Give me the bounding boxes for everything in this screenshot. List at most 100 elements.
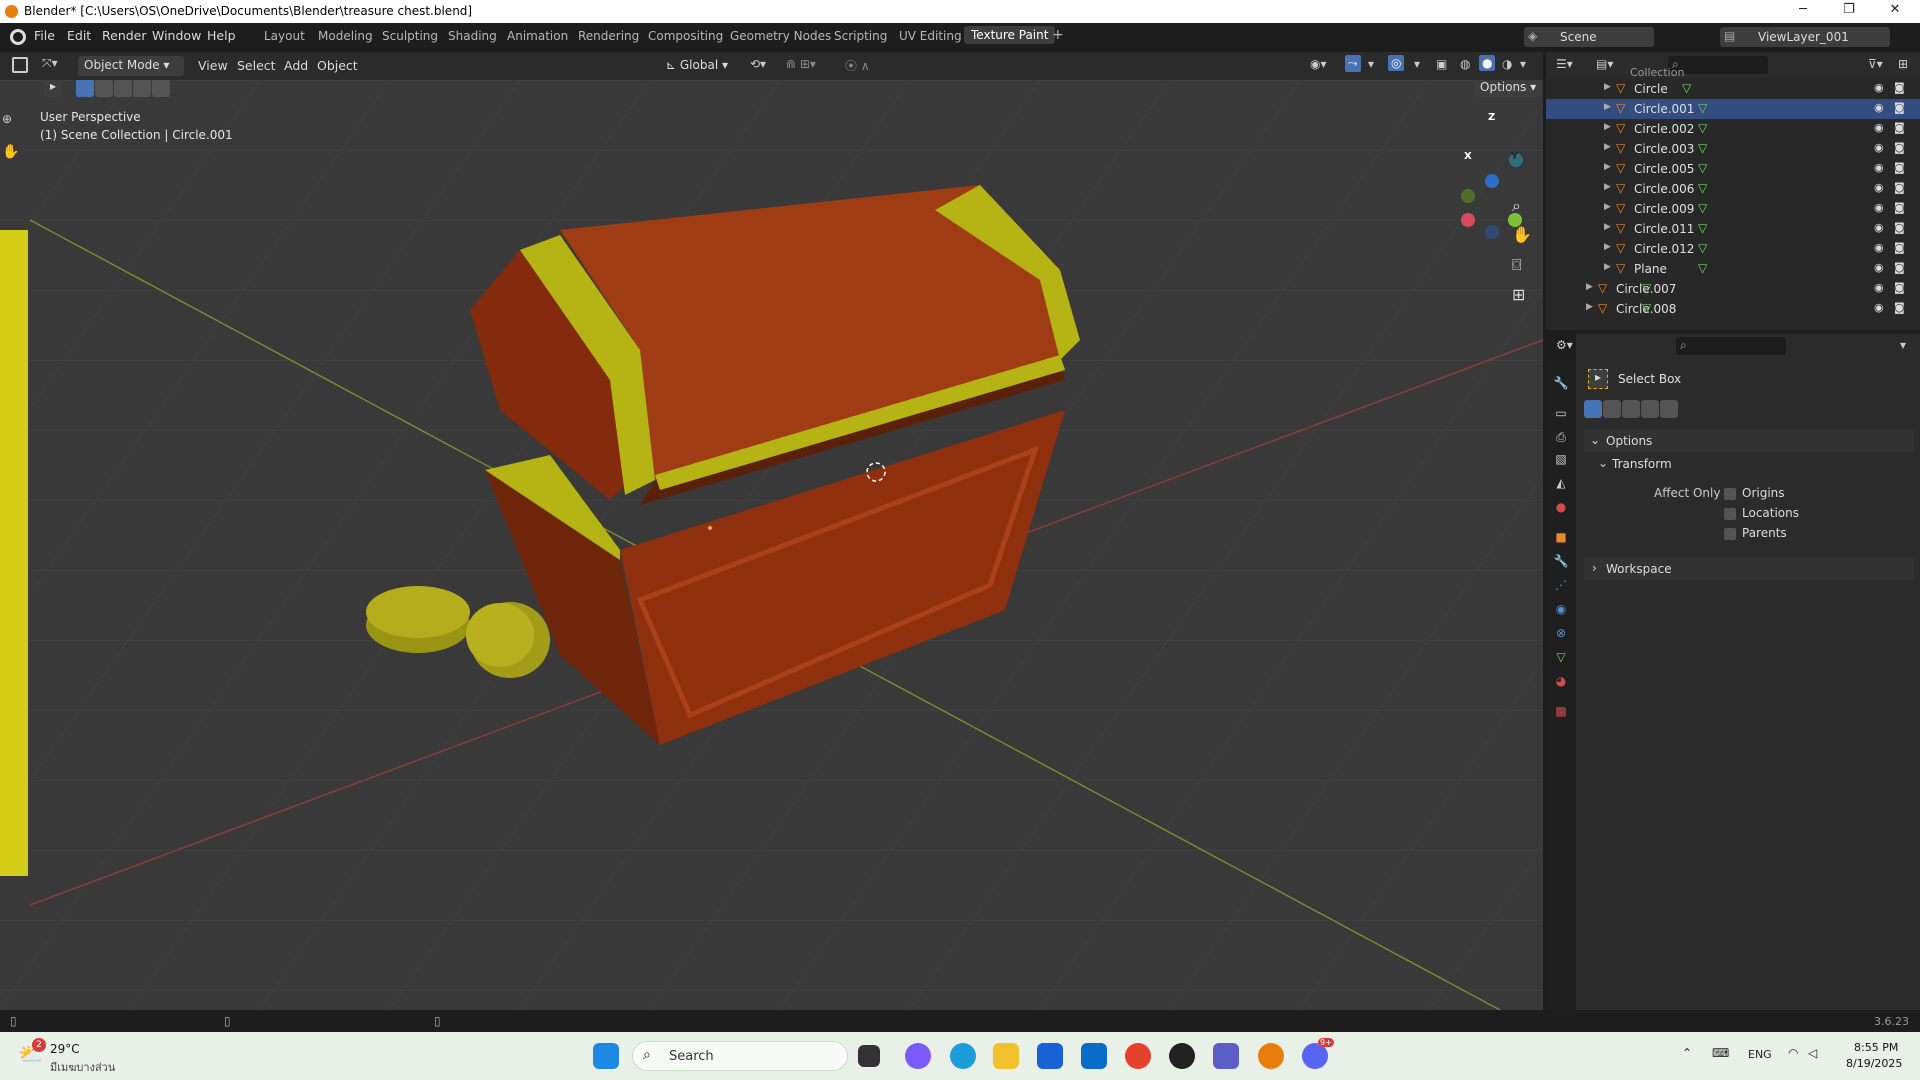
tab-shading[interactable]: Shading [448, 29, 497, 43]
wireframe-shading-icon[interactable]: ◍ [1460, 57, 1470, 71]
mesh-data-icon[interactable]: ▽ [1642, 301, 1651, 315]
mesh-data-icon[interactable]: ▽ [1698, 101, 1707, 115]
eye-icon[interactable]: ◉ [1874, 181, 1884, 194]
clock-date[interactable]: 8/19/2025 [1846, 1057, 1902, 1070]
tab-modeling[interactable]: Modeling [318, 29, 373, 43]
menu-select[interactable]: Select [237, 58, 276, 73]
outlook-icon[interactable] [1081, 1043, 1107, 1069]
start-button-icon[interactable] [593, 1043, 619, 1069]
transform-pivot-icon[interactable]: ⤧▾ [42, 56, 58, 71]
menu-object[interactable]: Object [317, 58, 358, 73]
tab-layout[interactable]: Layout [264, 29, 305, 43]
camera-render-icon[interactable]: ◙ [1894, 301, 1905, 314]
eye-icon[interactable]: ◉ [1874, 201, 1884, 214]
mesh-data-icon[interactable]: ▽ [1698, 161, 1707, 175]
mode-dropdown[interactable]: Object Mode ▾ [78, 56, 184, 76]
tab-compositing[interactable]: Compositing [648, 29, 723, 43]
filter-icon[interactable]: ⊽▾ [1868, 57, 1883, 71]
expand-arrow-icon[interactable]: ▶ [1604, 102, 1611, 112]
mesh-data-icon[interactable]: ▽ [1642, 281, 1651, 295]
tray-chevron-icon[interactable]: ⌃ [1682, 1046, 1692, 1060]
camera-render-icon[interactable]: ◙ [1894, 141, 1905, 154]
display-mode-icon[interactable]: ▤▾ [1596, 57, 1613, 71]
expand-arrow-icon[interactable]: ▶ [1604, 142, 1611, 152]
outliner-item[interactable]: ▶ ▽ Circle.007 ▽ ◉ ◙ [1546, 279, 1920, 299]
select-invert-icon[interactable] [133, 80, 151, 97]
outliner-editor-icon[interactable]: ☰▾ [1556, 57, 1573, 71]
tab-texture-paint[interactable]: Texture Paint [964, 26, 1056, 44]
origins-checkbox[interactable] [1724, 488, 1736, 500]
new-collection-icon[interactable]: ⊞ [1898, 57, 1908, 71]
minimize-button[interactable]: ─ [1788, 2, 1818, 20]
eye-icon[interactable]: ◉ [1874, 121, 1884, 134]
properties-search-input[interactable]: ⌕ [1676, 337, 1786, 355]
modifier-tab-icon[interactable]: 🔧 [1552, 554, 1570, 572]
select-subtract-icon[interactable] [114, 80, 132, 97]
scene-selector[interactable]: ◈ Scene [1524, 27, 1654, 47]
camera-render-icon[interactable]: ◙ [1894, 281, 1905, 294]
hand-tool-icon[interactable]: ✋ [2, 144, 19, 160]
tab-sculpting[interactable]: Sculpting [382, 29, 438, 43]
expand-arrow-icon[interactable]: ▶ [1604, 122, 1611, 132]
physics-tab-icon[interactable]: ◉ [1552, 602, 1570, 620]
eye-icon[interactable]: ◉ [1874, 301, 1884, 314]
shading-dropdown-icon[interactable]: ▾ [1520, 57, 1526, 71]
mesh-data-icon[interactable]: ▽ [1698, 121, 1707, 135]
menu-help[interactable]: Help [207, 28, 236, 43]
eye-icon[interactable]: ◉ [1874, 141, 1884, 154]
select-extend-icon[interactable] [95, 80, 113, 97]
camera-render-icon[interactable]: ◙ [1894, 221, 1905, 234]
selection-mode-buttons[interactable] [76, 80, 172, 97]
expand-arrow-icon[interactable]: ▶ [1604, 242, 1611, 252]
overlay-toggle-icon[interactable]: ◎ [1388, 55, 1405, 71]
eye-icon[interactable]: ◉ [1874, 241, 1884, 254]
mesh-data-icon[interactable]: ▽ [1698, 141, 1707, 155]
eye-icon[interactable]: ◉ [1874, 261, 1884, 274]
collection-label[interactable]: Collection [1630, 66, 1684, 79]
mesh-data-icon[interactable]: ▽ [1698, 221, 1707, 235]
expand-arrow-icon[interactable]: ▶ [1586, 302, 1593, 312]
outliner-item[interactable]: ▶ ▽ Circle.011 ▽ ◉ ◙ [1546, 219, 1920, 239]
mesh-data-icon[interactable]: ▽ [1698, 181, 1707, 195]
outliner-item[interactable]: ▶ ▽ Circle.001 ▽ ◉ ◙ [1546, 99, 1920, 119]
output-tab-icon[interactable]: ⎙ [1552, 430, 1570, 448]
menu-add[interactable]: Add [284, 58, 308, 73]
tab-scripting[interactable]: Scripting [834, 29, 887, 43]
taskbar-search[interactable]: ⌕ Search [632, 1041, 848, 1071]
tab-animation[interactable]: Animation [507, 29, 568, 43]
keyboard-icon[interactable]: ⌨ [1712, 1046, 1729, 1060]
restore-button[interactable]: ❐ [1834, 2, 1864, 20]
camera-render-icon[interactable]: ◙ [1894, 261, 1905, 274]
properties-menu-icon[interactable]: ▾ [1900, 338, 1906, 352]
view-layer-tab-icon[interactable]: ▧ [1552, 452, 1570, 470]
select-new-icon[interactable] [76, 80, 94, 97]
tab-geometry-nodes[interactable]: Geometry Nodes [730, 29, 831, 43]
viewlayer-selector[interactable]: ▤ ViewLayer_001 [1720, 27, 1890, 47]
tab-rendering[interactable]: Rendering [578, 29, 639, 43]
menu-render[interactable]: Render [102, 28, 147, 43]
gizmo-dropdown-icon[interactable]: ▾ [1368, 57, 1374, 71]
outliner-item[interactable]: ▶ ▽ Circle.009 ▽ ◉ ◙ [1546, 199, 1920, 219]
clock-time[interactable]: 8:55 PM [1854, 1041, 1898, 1054]
orientation-dropdown[interactable]: ⊾ Global ▾ [660, 56, 740, 76]
material-shading-icon[interactable]: ◑ [1502, 57, 1512, 71]
mode-invert-icon[interactable] [1641, 400, 1659, 418]
blender-menu-icon[interactable] [10, 29, 26, 45]
outliner-item[interactable]: ▶ ▽ Circle.012 ▽ ◉ ◙ [1546, 239, 1920, 259]
teams-icon[interactable] [1213, 1043, 1239, 1069]
menu-file[interactable]: File [34, 28, 55, 43]
options-dropdown[interactable]: Options ▾ [1474, 80, 1543, 97]
github-icon[interactable] [1169, 1043, 1195, 1069]
language-indicator[interactable]: ENG [1748, 1048, 1772, 1061]
outliner-item[interactable]: ▶ ▽ Circle.008 ▽ ◉ ◙ [1546, 299, 1920, 319]
close-button[interactable]: ✕ [1880, 2, 1910, 20]
mesh-data-icon[interactable]: ▽ [1698, 241, 1707, 255]
outliner-item[interactable]: ▶ ▽ Circle.003 ▽ ◉ ◙ [1546, 139, 1920, 159]
gizmo-neg-z-axis[interactable] [1485, 225, 1499, 239]
zoom-icon[interactable]: ⌕ [1512, 196, 1521, 216]
camera-render-icon[interactable]: ◙ [1894, 181, 1905, 194]
gizmo-x-axis[interactable] [1461, 213, 1475, 227]
select-tool-icon[interactable]: ▸ [44, 80, 62, 97]
gizmo-y-neg[interactable] [1461, 189, 1475, 203]
camera-render-icon[interactable]: ◙ [1894, 101, 1905, 114]
